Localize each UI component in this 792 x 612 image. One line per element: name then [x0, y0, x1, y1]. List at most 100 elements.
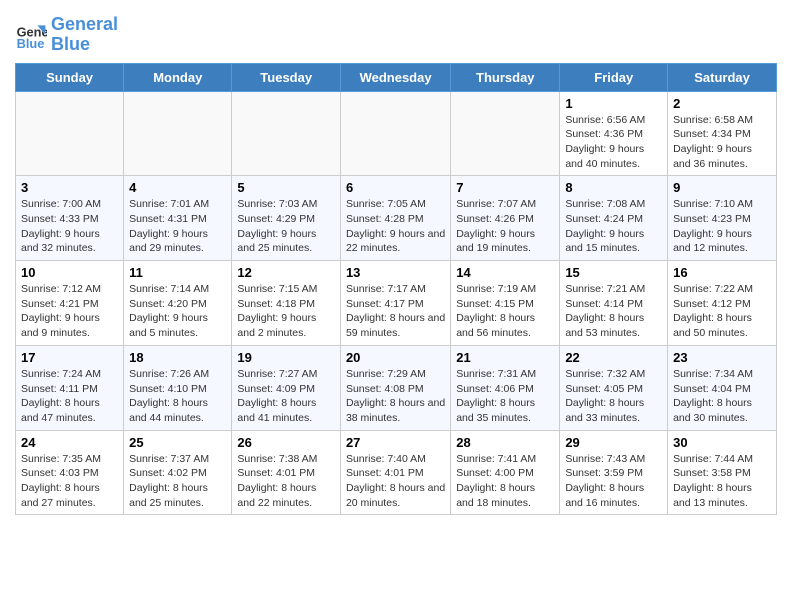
calendar-cell: 26 Sunrise: 7:38 AM Sunset: 4:01 PM Dayli…: [232, 430, 341, 515]
calendar-cell: [16, 91, 124, 176]
logo-text: General: [51, 15, 118, 35]
day-info: Sunrise: 7:14 AM Sunset: 4:20 PM Dayligh…: [129, 282, 226, 341]
day-number: 4: [129, 180, 226, 195]
logo: General Blue General Blue: [15, 15, 118, 55]
calendar-cell: [451, 91, 560, 176]
day-number: 15: [565, 265, 662, 280]
calendar-cell: 12 Sunrise: 7:15 AM Sunset: 4:18 PM Dayli…: [232, 261, 341, 346]
day-info: Sunrise: 7:21 AM Sunset: 4:14 PM Dayligh…: [565, 282, 662, 341]
day-number: 24: [21, 435, 118, 450]
day-info: Sunrise: 7:17 AM Sunset: 4:17 PM Dayligh…: [346, 282, 445, 341]
calendar-cell: 3Sunrise: 7:00 AM Sunset: 4:33 PM Daylig…: [16, 176, 124, 261]
day-info: Sunrise: 7:12 AM Sunset: 4:21 PM Dayligh…: [21, 282, 118, 341]
calendar-cell: 17Sunrise: 7:24 AM Sunset: 4:11 PM Dayli…: [16, 345, 124, 430]
logo-icon: General Blue: [15, 19, 47, 51]
weekday-header-saturday: Saturday: [668, 63, 777, 91]
weekday-header-row: SundayMondayTuesdayWednesdayThursdayFrid…: [16, 63, 777, 91]
logo-text-blue: Blue: [51, 35, 118, 55]
calendar-cell: 8 Sunrise: 7:08 AM Sunset: 4:24 PM Daylig…: [560, 176, 668, 261]
day-info: Sunrise: 7:34 AM Sunset: 4:04 PM Dayligh…: [673, 367, 771, 426]
day-number: 29: [565, 435, 662, 450]
day-info: Sunrise: 7:41 AM Sunset: 4:00 PM Dayligh…: [456, 452, 554, 511]
day-number: 27: [346, 435, 445, 450]
day-info: Sunrise: 7:05 AM Sunset: 4:28 PM Dayligh…: [346, 197, 445, 256]
calendar-cell: 25Sunrise: 7:37 AM Sunset: 4:02 PM Dayli…: [124, 430, 232, 515]
day-info: Sunrise: 7:01 AM Sunset: 4:31 PM Dayligh…: [129, 197, 226, 256]
day-number: 26: [237, 435, 335, 450]
day-info: Sunrise: 7:19 AM Sunset: 4:15 PM Dayligh…: [456, 282, 554, 341]
day-info: Sunrise: 7:44 AM Sunset: 3:58 PM Dayligh…: [673, 452, 771, 511]
day-number: 7: [456, 180, 554, 195]
calendar-cell: 14 Sunrise: 7:19 AM Sunset: 4:15 PM Dayli…: [451, 261, 560, 346]
day-number: 20: [346, 350, 445, 365]
calendar-cell: [340, 91, 450, 176]
calendar-cell: 24 Sunrise: 7:35 AM Sunset: 4:03 PM Dayli…: [16, 430, 124, 515]
day-number: 11: [129, 265, 226, 280]
day-number: 16: [673, 265, 771, 280]
calendar-cell: 27 Sunrise: 7:40 AM Sunset: 4:01 PM Dayli…: [340, 430, 450, 515]
day-number: 30: [673, 435, 771, 450]
svg-text:Blue: Blue: [17, 36, 45, 51]
day-number: 21: [456, 350, 554, 365]
day-number: 22: [565, 350, 662, 365]
day-number: 6: [346, 180, 445, 195]
calendar-cell: 29Sunrise: 7:43 AM Sunset: 3:59 PM Dayli…: [560, 430, 668, 515]
calendar-cell: 16 Sunrise: 7:22 AM Sunset: 4:12 PM Dayli…: [668, 261, 777, 346]
day-number: 25: [129, 435, 226, 450]
day-number: 28: [456, 435, 554, 450]
calendar-cell: 18Sunrise: 7:26 AM Sunset: 4:10 PM Dayli…: [124, 345, 232, 430]
calendar-cell: 28 Sunrise: 7:41 AM Sunset: 4:00 PM Dayli…: [451, 430, 560, 515]
weekday-header-sunday: Sunday: [16, 63, 124, 91]
day-info: Sunrise: 7:08 AM Sunset: 4:24 PM Dayligh…: [565, 197, 662, 256]
day-info: Sunrise: 7:15 AM Sunset: 4:18 PM Dayligh…: [237, 282, 335, 341]
day-number: 3: [21, 180, 118, 195]
day-info: Sunrise: 6:58 AM Sunset: 4:34 PM Dayligh…: [673, 113, 771, 172]
day-number: 10: [21, 265, 118, 280]
calendar-cell: 5 Sunrise: 7:03 AM Sunset: 4:29 PM Daylig…: [232, 176, 341, 261]
weekday-header-monday: Monday: [124, 63, 232, 91]
day-info: Sunrise: 7:22 AM Sunset: 4:12 PM Dayligh…: [673, 282, 771, 341]
calendar-cell: 22 Sunrise: 7:32 AM Sunset: 4:05 PM Dayli…: [560, 345, 668, 430]
day-info: Sunrise: 7:40 AM Sunset: 4:01 PM Dayligh…: [346, 452, 445, 511]
day-number: 17: [21, 350, 118, 365]
calendar-cell: 20 Sunrise: 7:29 AM Sunset: 4:08 PM Dayli…: [340, 345, 450, 430]
day-info: Sunrise: 7:38 AM Sunset: 4:01 PM Dayligh…: [237, 452, 335, 511]
day-number: 1: [565, 96, 662, 111]
day-info: Sunrise: 7:29 AM Sunset: 4:08 PM Dayligh…: [346, 367, 445, 426]
calendar-cell: 11 Sunrise: 7:14 AM Sunset: 4:20 PM Dayli…: [124, 261, 232, 346]
calendar-body: 1 Sunrise: 6:56 AM Sunset: 4:36 PM Daylig…: [16, 91, 777, 515]
day-info: Sunrise: 7:32 AM Sunset: 4:05 PM Dayligh…: [565, 367, 662, 426]
page-header: General Blue General Blue: [15, 10, 777, 55]
day-number: 23: [673, 350, 771, 365]
day-number: 12: [237, 265, 335, 280]
day-number: 8: [565, 180, 662, 195]
week-row-4: 17Sunrise: 7:24 AM Sunset: 4:11 PM Dayli…: [16, 345, 777, 430]
day-number: 14: [456, 265, 554, 280]
calendar-cell: 23 Sunrise: 7:34 AM Sunset: 4:04 PM Dayli…: [668, 345, 777, 430]
day-number: 19: [237, 350, 335, 365]
calendar-cell: 4 Sunrise: 7:01 AM Sunset: 4:31 PM Daylig…: [124, 176, 232, 261]
weekday-header-tuesday: Tuesday: [232, 63, 341, 91]
calendar-cell: 13 Sunrise: 7:17 AM Sunset: 4:17 PM Dayli…: [340, 261, 450, 346]
calendar-cell: 2 Sunrise: 6:58 AM Sunset: 4:34 PM Daylig…: [668, 91, 777, 176]
weekday-header-thursday: Thursday: [451, 63, 560, 91]
day-info: Sunrise: 6:56 AM Sunset: 4:36 PM Dayligh…: [565, 113, 662, 172]
calendar-cell: 7 Sunrise: 7:07 AM Sunset: 4:26 PM Daylig…: [451, 176, 560, 261]
calendar-table: SundayMondayTuesdayWednesdayThursdayFrid…: [15, 63, 777, 516]
day-number: 13: [346, 265, 445, 280]
calendar-cell: 6 Sunrise: 7:05 AM Sunset: 4:28 PM Daylig…: [340, 176, 450, 261]
day-info: Sunrise: 7:07 AM Sunset: 4:26 PM Dayligh…: [456, 197, 554, 256]
day-info: Sunrise: 7:35 AM Sunset: 4:03 PM Dayligh…: [21, 452, 118, 511]
day-number: 18: [129, 350, 226, 365]
week-row-1: 1 Sunrise: 6:56 AM Sunset: 4:36 PM Daylig…: [16, 91, 777, 176]
calendar-cell: 30 Sunrise: 7:44 AM Sunset: 3:58 PM Dayli…: [668, 430, 777, 515]
week-row-3: 10 Sunrise: 7:12 AM Sunset: 4:21 PM Dayli…: [16, 261, 777, 346]
calendar-cell: [124, 91, 232, 176]
day-info: Sunrise: 7:03 AM Sunset: 4:29 PM Dayligh…: [237, 197, 335, 256]
day-info: Sunrise: 7:10 AM Sunset: 4:23 PM Dayligh…: [673, 197, 771, 256]
calendar-cell: 10 Sunrise: 7:12 AM Sunset: 4:21 PM Dayli…: [16, 261, 124, 346]
calendar-cell: 21 Sunrise: 7:31 AM Sunset: 4:06 PM Dayli…: [451, 345, 560, 430]
day-number: 2: [673, 96, 771, 111]
day-number: 5: [237, 180, 335, 195]
day-info: Sunrise: 7:31 AM Sunset: 4:06 PM Dayligh…: [456, 367, 554, 426]
